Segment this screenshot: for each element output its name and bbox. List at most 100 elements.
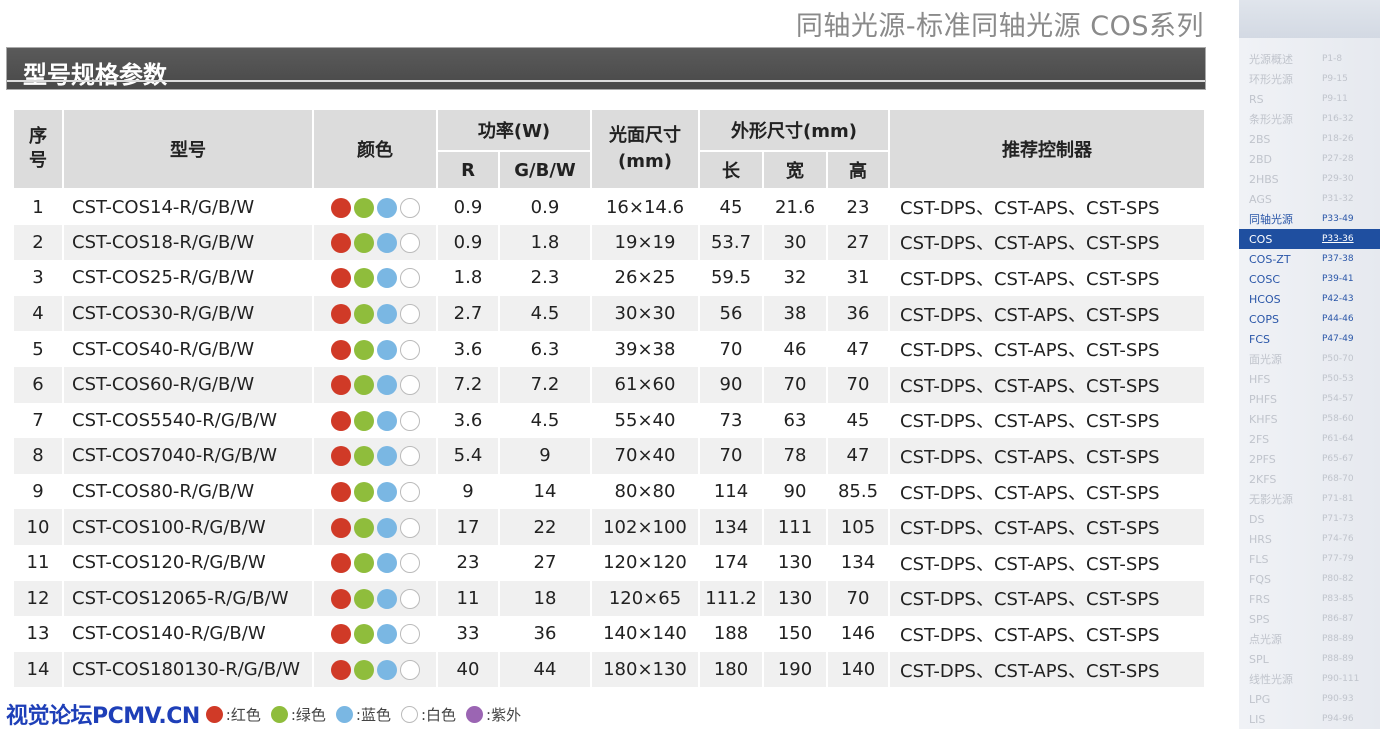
row-width: 130: [762, 544, 828, 581]
color-dots: [330, 410, 420, 431]
white-dot-icon: [399, 339, 420, 360]
row-power-r: 0.9: [436, 224, 500, 261]
green-dot-icon: [353, 446, 374, 467]
sidebar-item[interactable]: 线性光源 P90-111: [1239, 669, 1380, 689]
sidebar-item[interactable]: LPG P90-93: [1239, 689, 1380, 709]
catalog-sidebar: 光源概述 P1-8 环形光源 P9-15 RS P9-11 条形光源 P16-32 2BS P18…: [1239, 0, 1380, 729]
blue-dot-icon: [376, 304, 397, 325]
red-dot-icon: [330, 553, 351, 574]
row-width: 150: [762, 616, 828, 652]
sidebar-item[interactable]: 面光源 P50-70: [1239, 349, 1380, 369]
row-length: 59.5: [698, 260, 764, 296]
row-model: CST-COS40-R/G/B/W: [62, 331, 314, 367]
row-colors: [312, 224, 438, 261]
row-width: 90: [762, 473, 828, 510]
row-index: 7: [12, 402, 64, 439]
sidebar-item[interactable]: 环形光源 P9-15: [1239, 69, 1380, 89]
row-power-r: 23: [436, 544, 500, 581]
sidebar-item[interactable]: 光源概述 P1-8: [1239, 49, 1380, 69]
legend-label: :绿色: [290, 705, 326, 724]
row-height: 45: [826, 402, 890, 439]
sidebar-item[interactable]: SPL P88-89: [1239, 649, 1380, 669]
green-dot-icon: [353, 553, 374, 574]
row-index: 8: [12, 438, 64, 474]
sidebar-item[interactable]: 2PFS P65-67: [1239, 449, 1380, 469]
white-dot-icon: [399, 375, 420, 396]
sidebar-item-pages: P77-79: [1322, 554, 1354, 564]
sidebar-item[interactable]: FQS P80-82: [1239, 569, 1380, 589]
row-power-r: 9: [436, 473, 500, 510]
legend-item-red: :红色: [205, 704, 261, 725]
sidebar-item[interactable]: DS P71-73: [1239, 509, 1380, 529]
color-legend: 视觉论坛PCMV.CN :红色:绿色:蓝色:白色:紫外: [6, 700, 531, 729]
red-dot-icon: [330, 482, 351, 503]
sidebar-item[interactable]: 同轴光源 P33-49: [1239, 209, 1380, 229]
legend-label: :白色: [420, 705, 457, 724]
row-face-size: 102×100: [590, 509, 700, 545]
sidebar-item[interactable]: COS P33-36: [1239, 229, 1380, 249]
row-colors: [312, 544, 438, 581]
row-power-gbw: 0.9: [498, 189, 592, 225]
sidebar-item-pages: P39-41: [1322, 274, 1354, 284]
sidebar-item[interactable]: COS-ZT P37-38: [1239, 249, 1380, 269]
row-index: 10: [12, 509, 64, 545]
sidebar-item-label: HCOS: [1249, 292, 1281, 306]
sidebar-item[interactable]: 2KFS P68-70: [1239, 469, 1380, 489]
header-index: 序号: [12, 108, 64, 190]
red-dot-icon: [330, 232, 351, 253]
sidebar-item[interactable]: COPS P44-46: [1239, 309, 1380, 329]
sidebar-item[interactable]: FRS P83-85: [1239, 589, 1380, 609]
sidebar-item[interactable]: HFS P50-53: [1239, 369, 1380, 389]
header-power-gbw: G/B/W: [498, 150, 592, 190]
row-width: 21.6: [762, 189, 828, 225]
row-controller: CST-DPS、CST-APS、CST-SPS: [888, 509, 1206, 545]
sidebar-item-pages: P80-82: [1322, 574, 1354, 584]
sidebar-item[interactable]: 2FS P61-64: [1239, 429, 1380, 449]
sidebar-item[interactable]: HRS P74-76: [1239, 529, 1380, 549]
row-colors: [312, 509, 438, 545]
sidebar-item[interactable]: LIS P94-96: [1239, 709, 1380, 729]
green-dot-icon: [353, 517, 374, 538]
spec-table: 序号 型号 颜色 功率(W) 光面尺寸(mm) 外形尺寸(mm) 推荐控制器 R…: [12, 108, 1206, 688]
row-model: CST-COS120-R/G/B/W: [62, 544, 314, 581]
sidebar-item[interactable]: AGS P31-32: [1239, 189, 1380, 209]
color-dots: [330, 588, 420, 609]
purple-dot-icon: [466, 705, 484, 723]
sidebar-item[interactable]: KHFS P58-60: [1239, 409, 1380, 429]
sidebar-item[interactable]: SPS P86-87: [1239, 609, 1380, 629]
sidebar-item[interactable]: HCOS P42-43: [1239, 289, 1380, 309]
row-power-r: 11: [436, 580, 500, 617]
sidebar-item[interactable]: COSC P39-41: [1239, 269, 1380, 289]
row-length: 111.2: [698, 580, 764, 617]
row-controller: CST-DPS、CST-APS、CST-SPS: [888, 224, 1206, 261]
row-length: 180: [698, 651, 764, 688]
row-width: 130: [762, 580, 828, 617]
sidebar-item-label: COS-ZT: [1249, 252, 1291, 266]
row-power-r: 0.9: [436, 189, 500, 225]
sidebar-item[interactable]: 2BS P18-26: [1239, 129, 1380, 149]
sidebar-item[interactable]: 2BD P27-28: [1239, 149, 1380, 169]
row-model: CST-COS5540-R/G/B/W: [62, 402, 314, 439]
sidebar-item-label: 点光源: [1249, 633, 1282, 646]
sidebar-item[interactable]: PHFS P54-57: [1239, 389, 1380, 409]
green-dot-icon: [353, 304, 374, 325]
sidebar-list: 光源概述 P1-8 环形光源 P9-15 RS P9-11 条形光源 P16-32 2BS P18…: [1239, 49, 1380, 729]
sidebar-item[interactable]: FCS P47-49: [1239, 329, 1380, 349]
sidebar-item[interactable]: 2HBS P29-30: [1239, 169, 1380, 189]
sidebar-item[interactable]: 点光源 P88-89: [1239, 629, 1380, 649]
red-dot-icon: [330, 304, 351, 325]
color-dots: [330, 375, 420, 396]
sidebar-item-label: FQS: [1249, 572, 1271, 586]
sidebar-item[interactable]: 条形光源 P16-32: [1239, 109, 1380, 129]
sidebar-item[interactable]: 无影光源 P71-81: [1239, 489, 1380, 509]
sidebar-item-label: LPG: [1249, 692, 1271, 706]
sidebar-item-pages: P90-111: [1322, 674, 1360, 684]
sidebar-item[interactable]: FLS P77-79: [1239, 549, 1380, 569]
white-dot-icon: [399, 588, 420, 609]
row-face-size: 120×120: [590, 544, 700, 581]
blue-dot-icon: [376, 232, 397, 253]
row-length: 114: [698, 473, 764, 510]
sidebar-item[interactable]: RS P9-11: [1239, 89, 1380, 109]
sidebar-item-pages: P68-70: [1322, 474, 1354, 484]
section-underline: [7, 80, 1205, 82]
